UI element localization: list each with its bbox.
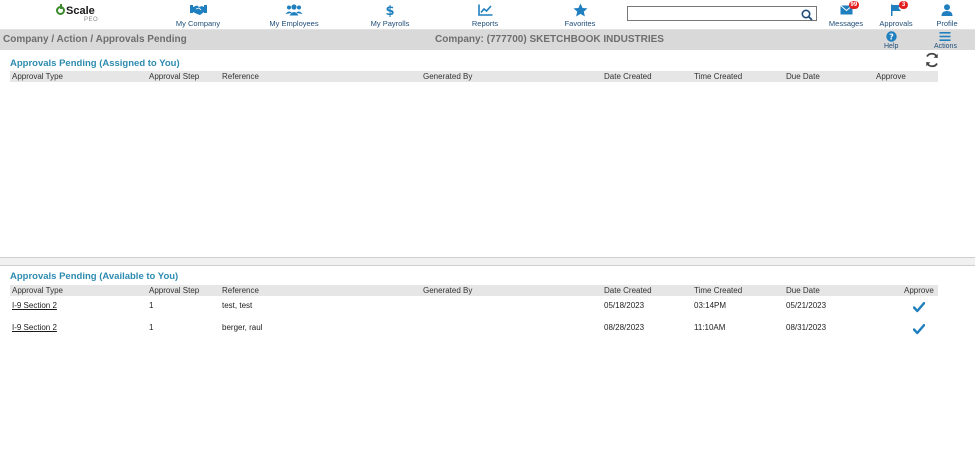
nav-profile[interactable]: Profile	[934, 3, 960, 28]
logo-text: Scale	[66, 5, 95, 17]
help-label: Help	[884, 43, 899, 50]
approve-check-icon[interactable]	[912, 300, 926, 313]
nav-messages[interactable]: 99 Messages	[828, 1, 864, 28]
nav-my-employees-label: My Employees	[269, 19, 319, 28]
reference-cell: berger, raul	[222, 323, 263, 332]
nav-my-payrolls[interactable]: $ My Payrolls	[369, 3, 411, 28]
approval-step-cell: 1	[149, 301, 154, 310]
col-approval-step[interactable]: Approval Step	[149, 286, 199, 295]
logo-subtext: PEO	[84, 17, 99, 23]
time-created-cell: 03:14PM	[694, 301, 727, 310]
actions-label: Actions	[934, 43, 957, 50]
available-panel-title: Approvals Pending (Available to You)	[10, 271, 179, 282]
approve-check-icon[interactable]	[912, 322, 926, 335]
date-created-cell: 08/28/2023	[604, 323, 645, 332]
nav-approvals-label: Approvals	[879, 19, 913, 28]
col-date-created[interactable]: Date Created	[604, 72, 652, 81]
top-navigation: Scale PEO My Company My Employees $ My P…	[0, 0, 975, 30]
breadcrumb: Company / Action / Approvals Pending	[3, 34, 187, 45]
help-icon: ?	[886, 31, 897, 42]
nav-my-employees[interactable]: My Employees	[268, 3, 320, 28]
table-row: I-9 Section 2 1 berger, raul 08/28/2023 …	[10, 322, 938, 336]
flag-icon: 3	[890, 1, 908, 17]
table-row: I-9 Section 2 1 test, test 05/18/2023 03…	[10, 300, 938, 314]
assigned-table-header: Approval Type Approval Step Reference Ge…	[10, 71, 938, 82]
col-approval-type[interactable]: Approval Type	[12, 286, 63, 295]
nav-profile-label: Profile	[936, 19, 958, 28]
person-icon	[941, 3, 953, 17]
col-time-created[interactable]: Time Created	[694, 286, 742, 295]
refresh-icon[interactable]	[923, 51, 941, 69]
menu-icon	[939, 32, 951, 41]
search-box	[627, 6, 817, 21]
col-approve[interactable]: Approve	[904, 286, 934, 295]
nav-my-payrolls-label: My Payrolls	[370, 19, 410, 28]
approvals-badge: 3	[899, 1, 908, 9]
company-label: Company: (777700) SKETCHBOOK INDUSTRIES	[435, 34, 664, 45]
envelope-icon: 99	[839, 1, 860, 17]
col-generated-by[interactable]: Generated By	[423, 286, 472, 295]
messages-badge: 99	[848, 1, 860, 9]
nav-reports-label: Reports	[471, 19, 499, 28]
nav-my-company-label: My Company	[175, 19, 221, 28]
action-bar: Company / Action / Approvals Pending Com…	[0, 30, 975, 50]
assigned-approvals-panel: Approvals Pending (Assigned to You) Appr…	[0, 50, 975, 258]
dollar-icon: $	[385, 3, 395, 17]
col-due-date[interactable]: Due Date	[786, 72, 820, 81]
available-approvals-panel: Approvals Pending (Available to You) App…	[0, 265, 975, 470]
assigned-panel-title: Approvals Pending (Assigned to You)	[10, 58, 180, 69]
col-generated-by[interactable]: Generated By	[423, 72, 472, 81]
line-chart-icon	[477, 3, 493, 17]
help-button[interactable]: ? Help	[884, 31, 898, 50]
nav-reports[interactable]: Reports	[470, 3, 500, 28]
scale-peo-logo[interactable]: Scale PEO	[56, 4, 106, 25]
nav-my-company[interactable]: My Company	[174, 3, 222, 28]
date-created-cell: 05/18/2023	[604, 301, 645, 310]
star-icon	[573, 3, 588, 17]
col-date-created[interactable]: Date Created	[604, 286, 652, 295]
col-approval-step[interactable]: Approval Step	[149, 72, 199, 81]
col-approve[interactable]: Approve	[876, 72, 906, 81]
due-date-cell: 08/31/2023	[786, 323, 827, 332]
reference-cell: test, test	[222, 301, 253, 310]
time-created-cell: 11:10AM	[694, 323, 726, 332]
svg-text:$: $	[385, 4, 394, 17]
col-reference[interactable]: Reference	[222, 72, 259, 81]
search-input[interactable]	[630, 7, 796, 20]
col-approval-type[interactable]: Approval Type	[12, 72, 63, 81]
search-icon[interactable]	[801, 8, 813, 21]
col-time-created[interactable]: Time Created	[694, 72, 742, 81]
people-icon	[285, 3, 303, 17]
nav-favorites-label: Favorites	[564, 19, 596, 28]
power-icon	[56, 4, 65, 15]
handshake-icon	[189, 3, 207, 17]
approval-step-cell: 1	[149, 323, 154, 332]
col-due-date[interactable]: Due Date	[786, 286, 820, 295]
panel-divider	[0, 258, 975, 265]
nav-messages-label: Messages	[828, 19, 864, 28]
actions-button[interactable]: Actions	[934, 31, 957, 50]
due-date-cell: 05/21/2023	[786, 301, 827, 310]
nav-approvals[interactable]: 3 Approvals	[878, 1, 914, 28]
available-table-header: Approval Type Approval Step Reference Ge…	[10, 285, 938, 296]
approval-type-link[interactable]: I-9 Section 2	[12, 301, 57, 310]
svg-text:?: ?	[889, 33, 894, 42]
col-reference[interactable]: Reference	[222, 286, 259, 295]
approval-type-link[interactable]: I-9 Section 2	[12, 323, 57, 332]
nav-favorites[interactable]: Favorites	[562, 3, 598, 28]
